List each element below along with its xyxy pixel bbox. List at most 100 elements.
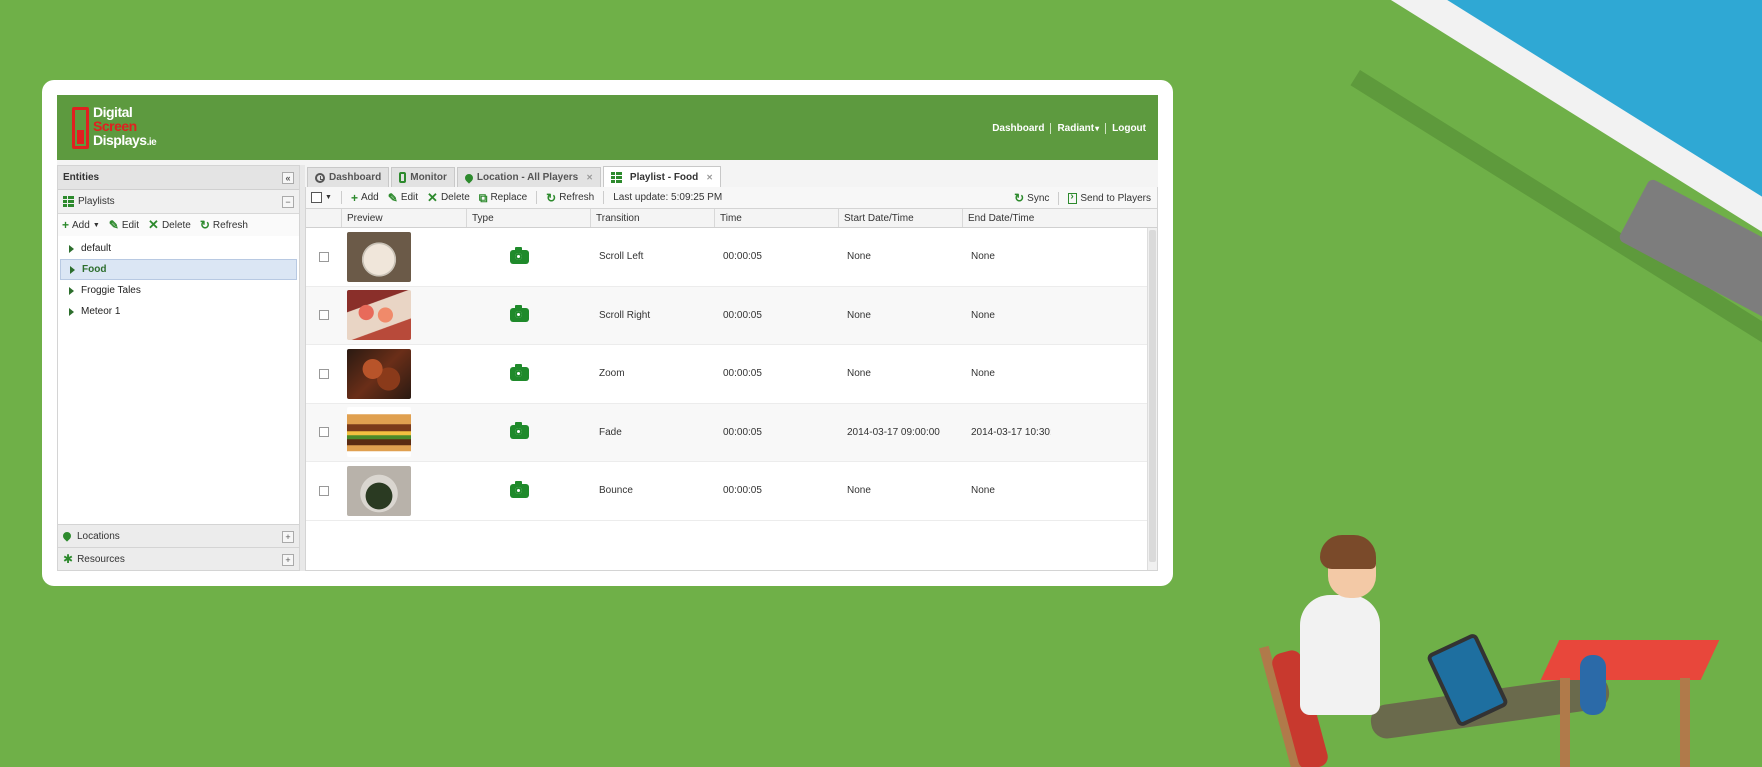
playlists-toolbar: + Add ▼ ✎ Edit ✕ Delete ↻ Refresh [58,214,299,236]
locations-panel-header[interactable]: Locations + [58,524,299,547]
last-update-text: Last update: 5:09:25 PM [613,192,723,203]
tab-bar: Dashboard Monitor Location - All Players… [305,165,1158,187]
tab-monitor[interactable]: Monitor [391,167,455,187]
table-row[interactable]: Bounce 00:00:05 None None [306,462,1157,521]
toolbar-separator [603,191,605,204]
column-header-end[interactable]: End Date/Time [963,209,1051,227]
chevron-down-icon: ▼ [325,194,332,201]
table-row[interactable]: Scroll Right 00:00:05 None None [306,286,1157,345]
nav-logout[interactable]: Logout [1105,123,1152,134]
grid-scrollbar[interactable] [1147,228,1157,570]
toolbar-separator [1058,191,1060,205]
location-pin-icon [463,171,475,184]
item-add-button[interactable]: + Add [350,190,379,205]
table-row[interactable]: Fade 00:00:05 2014-03-17 09:00:00 2014-0… [306,403,1157,462]
playlist-refresh-button[interactable]: ↻ Refresh [200,219,248,231]
camera-icon [509,422,529,440]
resources-expand-button[interactable]: + [282,554,294,566]
item-edit-button[interactable]: ✎ Edit [388,192,418,204]
playlist-delete-button[interactable]: ✕ Delete [148,217,191,232]
close-icon[interactable]: ✕ [706,173,713,182]
start-cell: None [847,251,871,263]
resources-panel-header[interactable]: ✱ Resources + [58,547,299,570]
playlist-add-button[interactable]: + Add ▼ [62,219,100,231]
camera-icon [509,480,529,498]
sync-button[interactable]: ↻ Sync [1014,192,1049,204]
app-body: Entities « Playlists − + Add ▼ ✎ Edit ✕ Dele… [57,165,1158,571]
playlists-toggle-button[interactable]: − [282,196,294,208]
replace-label: Replace [490,192,528,203]
preview-image-pasta[interactable] [347,231,411,282]
table-row[interactable]: Scroll Left 00:00:05 None None [306,228,1157,287]
main-panel: Dashboard Monitor Location - All Players… [305,165,1158,571]
playlist-item-default[interactable]: default [60,238,297,259]
preview-image-dessert[interactable] [347,290,411,341]
select-all-checkbox[interactable] [311,192,322,203]
transition-cell: Scroll Left [599,251,644,263]
expand-arrow-icon[interactable] [69,286,74,295]
select-all-dropdown[interactable]: ▼ [311,192,332,203]
sidebar: Entities « Playlists − + Add ▼ ✎ Edit ✕ Dele… [57,165,300,571]
preview-cell [342,462,467,520]
playlist-item-food[interactable]: Food [60,259,297,280]
tab-dashboard[interactable]: Dashboard [307,167,390,187]
toolbar-separator [340,191,342,204]
nav-user-menu[interactable]: Radiant▾ [1050,123,1105,134]
transition-cell: Zoom [599,368,625,380]
person-illustration-shoe [1580,655,1606,715]
logo[interactable]: Digital Screen Displays.ie [72,105,157,150]
close-icon[interactable]: ✕ [586,173,593,182]
row-checkbox[interactable] [319,310,329,321]
collapse-sidebar-button[interactable]: « [282,172,294,184]
row-checkbox[interactable] [319,427,329,438]
expand-arrow-icon[interactable] [69,307,74,316]
end-cell: None [971,368,995,380]
row-select [306,345,342,403]
end-cell: None [971,251,995,263]
phone-icon [399,172,407,183]
scrollbar-thumb[interactable] [1149,230,1156,562]
playlist-item-froggie-tales[interactable]: Froggie Tales [60,280,297,301]
playlist-item-label: default [81,243,112,254]
tab-label: Monitor [410,172,447,183]
row-select [306,462,342,520]
nav-dashboard[interactable]: Dashboard [986,123,1050,134]
item-replace-button[interactable]: ⧉ Replace [479,192,528,204]
chevron-down-icon: ▾ [1095,124,1100,133]
row-select [306,404,342,462]
column-header-start[interactable]: Start Date/Time [839,209,963,227]
expand-arrow-icon[interactable] [69,244,74,253]
column-header-type[interactable]: Type [467,209,591,227]
preview-image-grill[interactable] [347,348,411,399]
playlist-edit-button[interactable]: ✎ Edit [109,219,139,231]
tab-location-all-players[interactable]: Location - All Players ✕ [456,167,601,187]
delete-x-icon: ✕ [148,217,159,232]
camera-icon [509,246,529,264]
plus-icon: + [350,190,358,205]
row-checkbox[interactable] [319,251,329,262]
row-checkbox[interactable] [319,368,329,379]
item-refresh-button[interactable]: ↻ Refresh [546,192,594,204]
row-checkbox[interactable] [319,485,329,496]
expand-arrow-icon[interactable] [70,265,75,274]
table-row[interactable]: Zoom 00:00:05 None None [306,345,1157,404]
sidebar-bottom-panels: Locations + ✱ Resources + [58,524,299,570]
playlists-panel-header[interactable]: Playlists − [58,190,299,214]
send-document-icon [1068,191,1078,204]
column-header-preview[interactable]: Preview [342,209,467,227]
tab-label: Playlist - Food [629,171,699,183]
send-to-players-button[interactable]: Send to Players [1068,191,1151,204]
column-header-transition[interactable]: Transition [591,209,715,227]
end-cell: 2014-03-17 10:30: [971,426,1051,438]
playlist-item-meteor-1[interactable]: Meteor 1 [60,301,297,322]
time-cell: 00:00:05 [723,309,762,321]
person-illustration-hair [1320,535,1376,569]
camera-icon [509,363,529,381]
preview-image-burger[interactable] [347,407,411,458]
column-header-time[interactable]: Time [715,209,839,227]
tab-playlist-food[interactable]: Playlist - Food ✕ [602,166,721,187]
locations-expand-button[interactable]: + [282,531,294,543]
preview-image-lamb[interactable] [347,465,411,516]
item-delete-button[interactable]: ✕ Delete [427,191,470,204]
logo-suffix: .ie [146,137,157,148]
